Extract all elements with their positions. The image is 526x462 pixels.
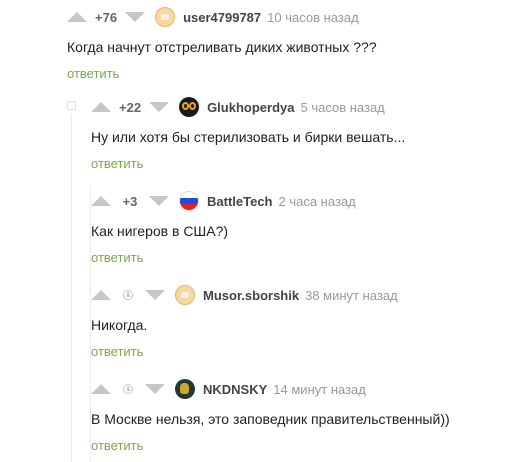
downvote-arrow-icon[interactable] [149,196,169,206]
clock-icon [123,290,133,300]
thread-branch-line [71,114,72,462]
comment-rating: +3 [122,193,138,209]
reply-link[interactable]: ответить [67,66,119,81]
downvote-arrow-icon[interactable] [145,290,165,300]
downvote-arrow-icon[interactable] [145,384,165,394]
reply-link[interactable]: ответить [91,250,143,265]
avatar-glasses-icon[interactable] [179,97,200,117]
russian-flag-icon[interactable] [179,191,199,211]
comment-text: Ну или хотя бы стерилизовать и бирки веш… [91,129,406,145]
comment-username[interactable]: BattleTech [207,194,273,209]
reply-link[interactable]: ответить [91,438,143,453]
upvote-arrow-icon[interactable] [91,384,111,394]
comment-text: В Москве нельзя, это заповедник правител… [91,411,450,427]
avatar-default-icon[interactable] [175,285,195,305]
comment-timestamp[interactable]: 5 часов назад [300,100,384,115]
reply-link[interactable]: ответить [91,344,143,359]
comment-text: Как нигеров в США?) [91,223,229,239]
comment-rating: +76 [95,9,118,25]
comment-timestamp[interactable]: 2 часа назад [279,194,356,209]
comment-text: Когда начнут отстреливать диких животных… [67,39,377,55]
upvote-arrow-icon[interactable] [91,290,111,300]
collapse-branch-button[interactable] [67,101,76,110]
comment-rating: +22 [119,99,142,115]
clock-icon [123,384,133,394]
comment-username[interactable]: Musor.sborshik [203,288,299,303]
downvote-arrow-icon[interactable] [125,12,146,22]
comment-username[interactable]: user4799787 [183,10,261,25]
downvote-arrow-icon[interactable] [149,102,170,112]
comment-username[interactable]: Glukhoperdya [207,100,294,115]
avatar-tiger-icon[interactable] [175,379,195,399]
reply-link[interactable]: ответить [91,156,143,171]
comment-timestamp[interactable]: 38 минут назад [305,288,398,303]
upvote-arrow-icon[interactable] [91,102,111,112]
comment-timestamp[interactable]: 14 минут назад [273,382,366,397]
comment-text: Никогда. [91,317,148,333]
avatar-default-icon[interactable] [155,7,176,27]
upvote-arrow-icon[interactable] [91,196,111,206]
comment-timestamp[interactable]: 10 часов назад [267,10,359,25]
comment-username[interactable]: NKDNSKY [203,382,267,397]
upvote-arrow-icon[interactable] [67,12,87,22]
